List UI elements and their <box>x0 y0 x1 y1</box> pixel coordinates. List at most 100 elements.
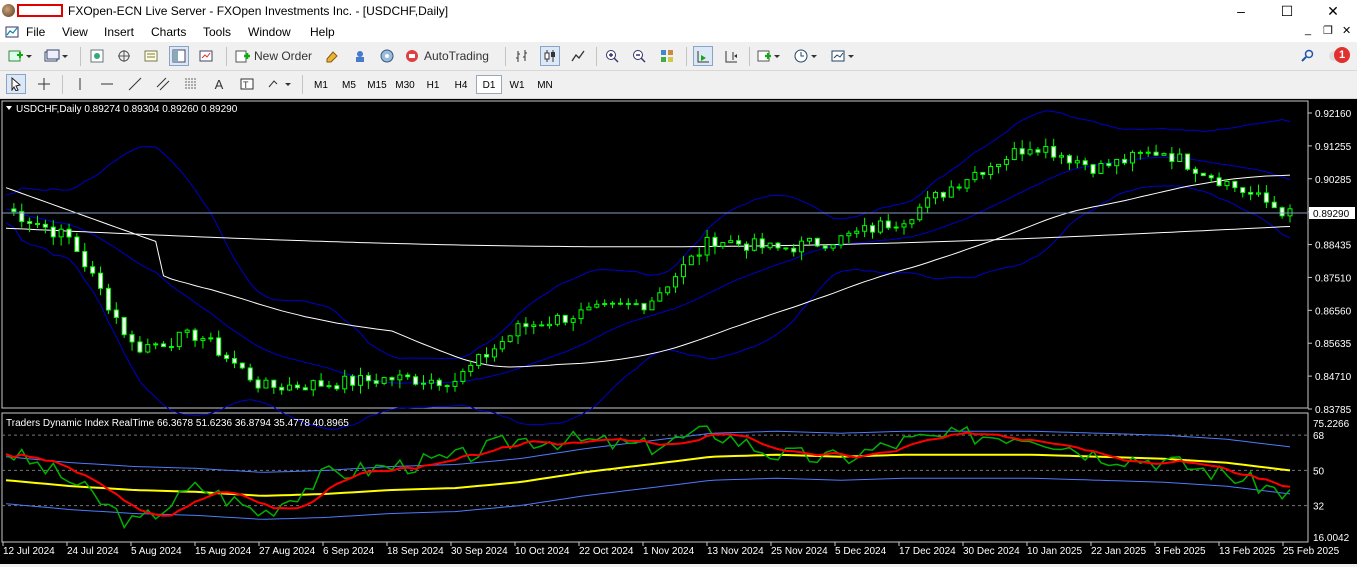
tile-windows-icon[interactable] <box>657 46 677 66</box>
candle-body <box>1122 158 1128 164</box>
strategy-tester-icon[interactable] <box>196 46 216 66</box>
timeframe-m30[interactable]: M30 <box>392 75 418 94</box>
candle-body <box>633 303 639 306</box>
candle-body <box>641 303 647 311</box>
text-label-icon[interactable]: T <box>237 74 257 94</box>
menu-file[interactable]: File <box>26 25 45 39</box>
bar-chart-icon[interactable] <box>512 46 532 66</box>
candle-body <box>1003 159 1009 165</box>
search-icon[interactable] <box>1298 46 1318 66</box>
chart-shift-icon[interactable] <box>721 46 741 66</box>
profiles-icon[interactable] <box>42 46 70 66</box>
candlestick-icon[interactable] <box>540 46 560 66</box>
zoom-in-icon[interactable] <box>602 46 622 66</box>
timeframe-d1[interactable]: D1 <box>476 75 502 94</box>
timeframe-w1[interactable]: W1 <box>504 75 530 94</box>
indicator-tick-label: 75.2266 <box>1313 419 1350 430</box>
candle-body <box>137 341 143 353</box>
chart-window[interactable]: USDCHF,Daily 0.89274 0.89304 0.89260 0.8… <box>0 99 1357 564</box>
signals-icon[interactable] <box>350 46 370 66</box>
candle-body <box>1263 192 1269 203</box>
new-chart-icon[interactable] <box>6 46 34 66</box>
menu-help[interactable]: Help <box>310 25 335 39</box>
mdi-restore-icon[interactable]: ❐ <box>1323 24 1333 37</box>
candle-body <box>216 337 222 356</box>
metaeditor-icon[interactable] <box>322 46 342 66</box>
candle-body <box>1224 180 1230 187</box>
equidistant-channel-icon[interactable] <box>153 74 173 94</box>
candle-body <box>184 329 190 333</box>
toolbar-separator <box>302 75 303 94</box>
timeframe-h4[interactable]: H4 <box>448 75 474 94</box>
timeframe-m15[interactable]: M15 <box>364 75 390 94</box>
data-window-icon[interactable] <box>114 46 134 66</box>
candle-body <box>436 379 442 387</box>
templates-icon[interactable] <box>829 46 857 66</box>
chart-canvas[interactable]: USDCHF,Daily 0.89274 0.89304 0.89260 0.8… <box>0 99 1357 564</box>
autotrading-label: AutoTrading <box>424 49 489 63</box>
zoom-out-icon[interactable] <box>629 46 649 66</box>
arrows-icon[interactable] <box>265 74 295 94</box>
price-tick-label: 0.85635 <box>1315 339 1352 350</box>
timeframe-m1[interactable]: M1 <box>308 75 334 94</box>
fibonacci-icon[interactable] <box>181 74 201 94</box>
autoscroll-icon[interactable] <box>693 46 713 66</box>
candle-body <box>208 337 214 340</box>
candle-body <box>531 324 537 327</box>
notification-badge[interactable]: 1 <box>1334 47 1350 63</box>
candle-body <box>74 236 80 253</box>
candle-body <box>468 364 474 372</box>
text-tool-icon[interactable]: A <box>209 74 229 94</box>
cursor-icon[interactable] <box>6 74 26 94</box>
date-tick-label: 30 Dec 2024 <box>963 546 1020 557</box>
candle-body <box>334 385 340 390</box>
trendline-icon[interactable] <box>125 74 145 94</box>
market-watch-icon[interactable] <box>87 46 107 66</box>
candle-body <box>263 379 269 389</box>
line-chart-icon[interactable] <box>568 46 588 66</box>
menu-view[interactable]: View <box>62 25 88 39</box>
terminal-icon[interactable] <box>169 46 189 66</box>
candle-body <box>428 379 434 384</box>
candle-body <box>586 306 592 311</box>
toolbar-separator <box>749 47 750 66</box>
navigator-icon[interactable] <box>141 46 161 66</box>
chart-menu-triangle-icon[interactable] <box>6 106 12 110</box>
candle-body <box>1082 160 1088 166</box>
candle-body <box>830 244 836 249</box>
crosshair-icon[interactable] <box>34 74 54 94</box>
candle-body <box>570 318 576 323</box>
menu-tools[interactable]: Tools <box>203 25 231 39</box>
menu-charts[interactable]: Charts <box>151 25 186 39</box>
candle-body <box>113 309 119 318</box>
minimize-button[interactable]: – <box>1218 0 1264 22</box>
menu-insert[interactable]: Insert <box>104 25 134 39</box>
candle-body <box>909 219 915 225</box>
mdi-chart-icon[interactable] <box>2 22 22 42</box>
price-tick-label: 0.92160 <box>1315 109 1352 120</box>
timeframe-mn[interactable]: MN <box>532 75 558 94</box>
candle-body <box>925 197 931 208</box>
horizontal-line-icon[interactable] <box>97 74 117 94</box>
timeframe-m5[interactable]: M5 <box>336 75 362 94</box>
moving-averages <box>5 174 1291 368</box>
candle-body <box>82 251 88 268</box>
menu-window[interactable]: Window <box>248 25 291 39</box>
candle-body <box>389 377 395 381</box>
mdi-minimize-icon[interactable]: _ <box>1305 24 1311 36</box>
candle-body <box>988 166 994 176</box>
timeframe-h1[interactable]: H1 <box>420 75 446 94</box>
candle-body <box>783 247 789 250</box>
indicators-icon[interactable] <box>755 46 783 66</box>
candle-body <box>736 240 742 245</box>
autotrading-button[interactable]: AutoTrading <box>404 46 496 66</box>
maximize-button[interactable]: ☐ <box>1264 0 1310 22</box>
market-icon[interactable] <box>377 46 397 66</box>
candle-body <box>728 240 734 244</box>
candle-body <box>870 225 876 233</box>
new-order-button[interactable]: New Order <box>234 46 320 66</box>
close-button[interactable]: ✕ <box>1310 0 1356 22</box>
vertical-line-icon[interactable] <box>70 74 90 94</box>
mdi-close-icon[interactable]: ✕ <box>1342 24 1351 37</box>
periods-clock-icon[interactable] <box>792 46 820 66</box>
